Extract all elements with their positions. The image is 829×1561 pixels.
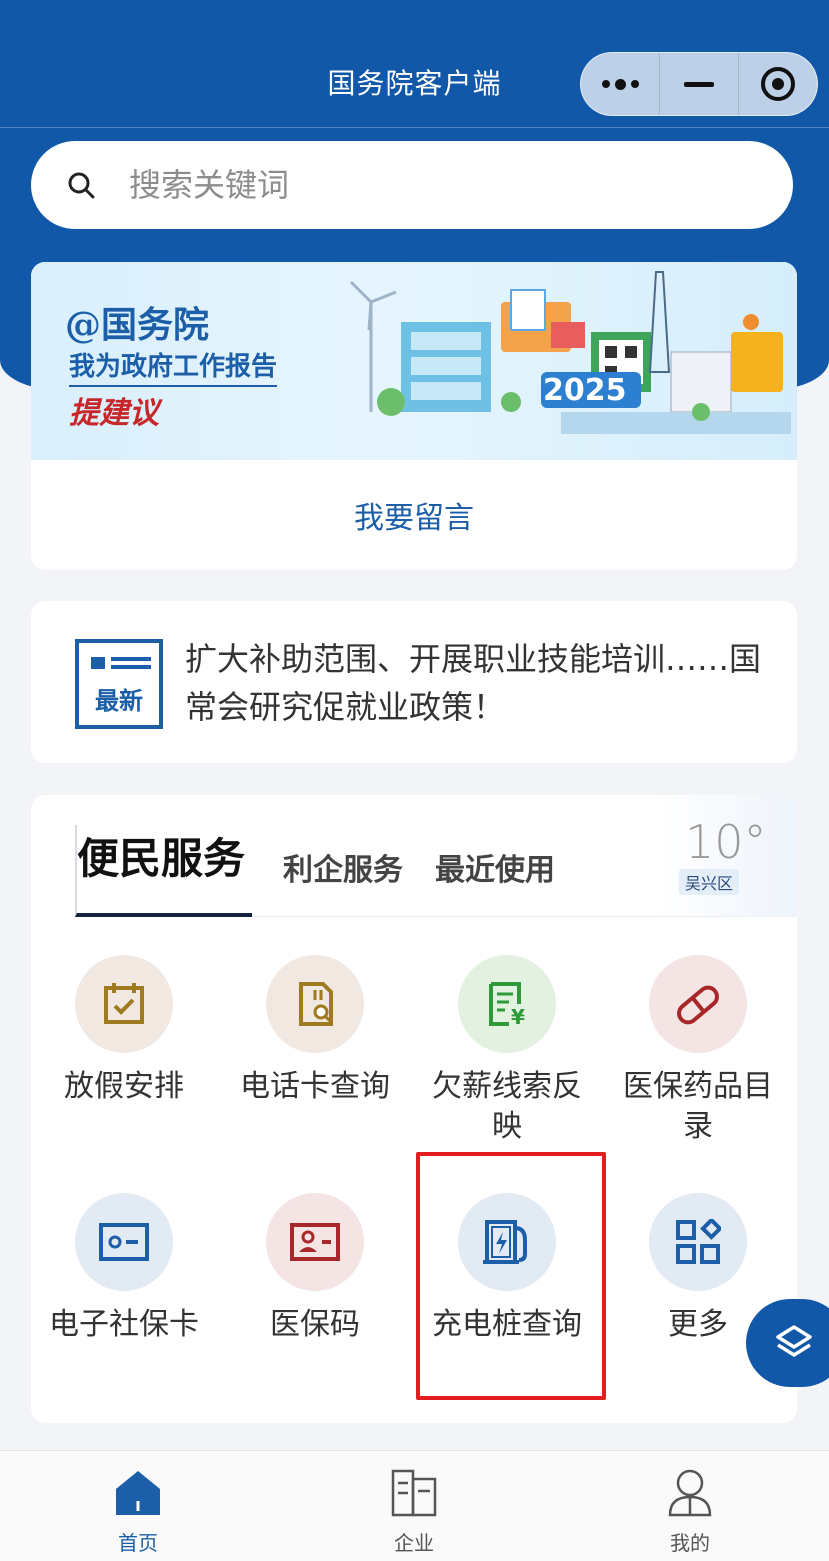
service-label: 电子社保卡 <box>49 1307 199 1342</box>
service-label: 放假安排 <box>64 1069 184 1104</box>
service-phone-card-query[interactable]: 电话卡查询 <box>220 955 410 1107</box>
tab-recently-used[interactable]: 最近使用 <box>435 845 555 889</box>
services-card: 便民服务 利企服务 最近使用 10° 吴兴区 放假安排 电话卡查询 ¥ 欠薪线索… <box>31 795 797 1423</box>
search-icon <box>68 172 95 199</box>
more-dots-icon <box>601 78 639 90</box>
latest-news-card[interactable]: 最新 扩大补助范围、开展职业技能培训……国常会研究促就业政策！ <box>31 601 797 763</box>
grid-more-icon <box>649 1193 747 1291</box>
layers-icon <box>776 1325 812 1357</box>
search-input[interactable] <box>129 166 689 204</box>
service-holiday-schedule[interactable]: 放假安排 <box>31 955 219 1107</box>
service-medical-insurance-code[interactable]: 医保码 <box>220 1193 410 1345</box>
news-headline[interactable]: 扩大补助范围、开展职业技能培训……国常会研究促就业政策！ <box>185 635 765 731</box>
title-bar: 国务院客户端 <box>0 0 829 128</box>
nav-enterprise[interactable]: 企业 <box>334 1451 494 1561</box>
building-icon <box>391 1469 437 1517</box>
sim-card-search-icon <box>266 955 364 1053</box>
id-card-icon <box>75 1193 173 1291</box>
service-label: 医保药品目录 <box>623 1069 773 1144</box>
service-label: 欠薪线索反映 <box>432 1069 582 1144</box>
minimize-button[interactable] <box>660 53 738 115</box>
nav-label: 首页 <box>118 1531 158 1555</box>
user-icon <box>668 1469 712 1517</box>
pill-icon <box>649 955 747 1053</box>
leave-message-button[interactable]: 我要留言 <box>31 460 797 570</box>
service-label: 医保码 <box>270 1307 360 1342</box>
home-icon <box>116 1471 160 1515</box>
tab-business-services[interactable]: 利企服务 <box>283 845 403 889</box>
district-label: 吴兴区 <box>679 869 740 895</box>
banner-line-1: @国务院 <box>65 304 210 346</box>
nav-label: 我的 <box>670 1531 710 1555</box>
close-miniprogram-button[interactable] <box>739 53 817 115</box>
service-e-social-security-card[interactable]: 电子社保卡 <box>31 1193 219 1345</box>
calendar-check-icon <box>75 955 173 1053</box>
target-circle-icon <box>761 67 795 101</box>
nav-label: 企业 <box>394 1531 434 1555</box>
search-bar[interactable] <box>31 141 793 229</box>
miniprogram-capsule <box>580 52 818 116</box>
suggestion-banner[interactable]: @国务院 我为政府工作报告 提建议 2025 <box>31 262 797 460</box>
bottom-navigation: 首页 企业 我的 <box>0 1450 829 1561</box>
service-wage-arrears-report[interactable]: ¥ 欠薪线索反映 <box>412 955 602 1147</box>
receipt-yuan-icon: ¥ <box>458 955 556 1053</box>
nav-mine[interactable]: 我的 <box>610 1451 770 1561</box>
service-medical-insurance-drug-list[interactable]: 医保药品目录 <box>603 955 793 1147</box>
person-card-icon <box>266 1193 364 1291</box>
suggestion-banner-card: @国务院 我为政府工作报告 提建议 2025 我要留言 <box>31 262 797 570</box>
banner-year: 2025 <box>543 373 627 408</box>
latest-badge: 最新 <box>95 687 143 715</box>
banner-line-2: 我为政府工作报告 <box>69 346 278 387</box>
weather-widget[interactable]: 10° 吴兴区 <box>657 795 797 917</box>
minus-icon <box>684 81 714 87</box>
nav-home[interactable]: 首页 <box>58 1451 218 1561</box>
latest-news-icon: 最新 <box>75 639 163 729</box>
temperature: 10° <box>685 815 767 869</box>
layers-float-button[interactable] <box>746 1299 829 1387</box>
banner-line-3: 提建议 <box>69 396 159 431</box>
tab-citizen-services[interactable]: 便民服务 <box>75 825 252 917</box>
service-label: 电话卡查询 <box>240 1069 390 1104</box>
svg-text:¥: ¥ <box>511 1005 525 1028</box>
more-options-button[interactable] <box>581 53 659 115</box>
city-illustration: 2025 <box>349 271 791 434</box>
highlight-box <box>416 1152 606 1400</box>
